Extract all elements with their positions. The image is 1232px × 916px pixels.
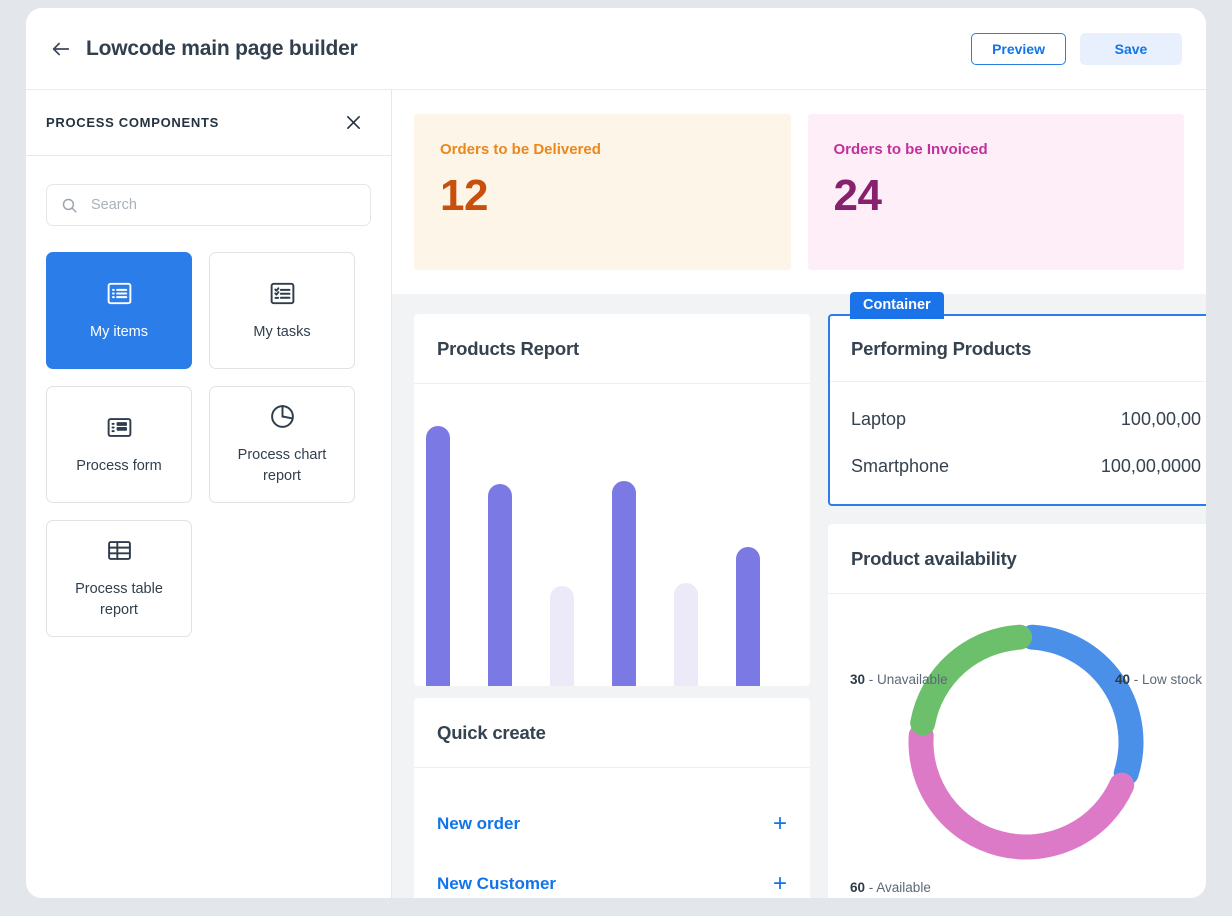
panel-header: Performing Products (830, 316, 1206, 382)
search-box[interactable] (46, 184, 371, 226)
quick-create-item-label: New Customer (437, 874, 557, 893)
quick-create-item-new-customer[interactable]: New Customer + (414, 854, 810, 898)
search-input[interactable] (91, 197, 356, 213)
quick-create-item-new-order[interactable]: New order + (414, 794, 810, 854)
quick-create-item-label: New order (437, 814, 521, 833)
kpi-strip: Orders to be Delivered 12 Orders to be I… (392, 90, 1206, 294)
donut-label-low-stock: 40 - Low stock (1114, 672, 1202, 687)
donut-label-available: 60 - Available (850, 880, 931, 895)
product-value: 100,00,00 (1120, 409, 1201, 429)
component-grid: My items My tasks Process form Process c… (46, 252, 371, 637)
component-card-process-chart-report[interactable]: Process chart report (209, 386, 355, 503)
bar-5 (674, 583, 698, 686)
product-name: Smartphone (851, 456, 950, 476)
save-button[interactable]: Save (1080, 32, 1182, 65)
table-row: Laptop 100,00,00 (830, 396, 1206, 443)
product-name: Laptop (851, 409, 907, 429)
builder-canvas: Orders to be Delivered 12 Orders to be I… (392, 90, 1206, 898)
table-row: Smartphone 100,00,0000 (830, 443, 1206, 490)
component-card-process-form[interactable]: Process form (46, 386, 192, 503)
kpi-card-orders-to-be-invoiced[interactable]: Orders to be Invoiced 24 (807, 114, 1184, 270)
performing-products-panel[interactable]: Performing Products Laptop 100,00,00 Sma… (828, 314, 1206, 506)
panel-title: Performing Products (851, 337, 1032, 359)
page-title: Lowcode main page builder (86, 36, 358, 60)
kpi-label: Orders to be Delivered (440, 141, 601, 158)
component-card-label: My items (90, 323, 148, 340)
close-sidebar-button[interactable] (341, 111, 365, 135)
bar-2 (488, 483, 512, 686)
bar-6 (736, 547, 760, 686)
sidebar-title: PROCESS COMPONENTS (46, 115, 219, 130)
panel-title: Products Report (437, 337, 579, 359)
sidebar-header: PROCESS COMPONENTS (26, 90, 391, 156)
panel-header: Quick create (414, 698, 810, 768)
close-icon (346, 116, 360, 129)
donut-segment-available (908, 723, 1135, 860)
top-bar: Lowcode main page builder Preview Save (26, 8, 1206, 90)
body-split: PROCESS COMPONENTS Search My items My ta… (26, 90, 1206, 898)
panel-header: Product availability (828, 524, 1206, 594)
component-card-process-table-report[interactable]: Process table report (46, 520, 192, 637)
donut-svg (908, 624, 1144, 860)
plus-icon[interactable]: + (773, 812, 787, 836)
products-report-panel[interactable]: Products Report (414, 314, 810, 686)
list-box-icon (105, 279, 134, 308)
donut-segment-low-stock (1019, 624, 1144, 786)
kpi-label: Orders to be Invoiced (833, 141, 988, 158)
process-components-sidebar: PROCESS COMPONENTS Search My items My ta… (26, 90, 392, 898)
component-card-my-items[interactable]: My items (46, 252, 192, 369)
bar-4 (612, 480, 636, 686)
kpi-value: 24 (833, 171, 882, 220)
component-card-label: Process table report (75, 581, 163, 618)
quick-create-panel[interactable]: Quick create New order + New Customer + (414, 698, 810, 898)
panel-title: Product availability (851, 547, 1017, 569)
search-icon (62, 198, 77, 213)
product-availability-donut-chart: 30 - Unavailable 40 - Low stock 60 - Ava… (828, 594, 1206, 898)
container-selection-badge[interactable]: Container (850, 292, 944, 319)
panel-header: Products Report (414, 314, 810, 384)
kpi-value: 12 (440, 171, 488, 220)
plus-icon[interactable]: + (773, 872, 787, 896)
products-report-bar-chart (414, 384, 810, 686)
app-window: Lowcode main page builder Preview Save P… (26, 8, 1206, 898)
kpi-card-orders-to-be-delivered[interactable]: Orders to be Delivered 12 (414, 114, 791, 270)
table-icon (105, 536, 134, 565)
sidebar-content: My items (26, 156, 391, 898)
panel-title: Quick create (437, 721, 546, 743)
component-card-label: Process form (76, 457, 162, 474)
pie-chart-icon (268, 402, 297, 431)
arrow-left-icon (52, 42, 70, 55)
back-button[interactable] (44, 32, 78, 66)
component-card-my-tasks[interactable]: My tasks (209, 252, 355, 369)
component-card-label: My tasks (253, 323, 311, 340)
checklist-box-icon (268, 279, 297, 308)
bar-1 (426, 426, 450, 686)
preview-button[interactable]: Preview (971, 32, 1066, 65)
product-availability-panel[interactable]: Product availability 30 - Unavailable 40… (828, 524, 1206, 898)
bar-3 (550, 586, 574, 686)
product-value: 100,00,0000 (1100, 456, 1201, 476)
component-card-label: Process chart report (237, 447, 327, 484)
donut-label-unavailable: 30 - Unavailable (850, 672, 948, 687)
form-icon (105, 413, 134, 442)
